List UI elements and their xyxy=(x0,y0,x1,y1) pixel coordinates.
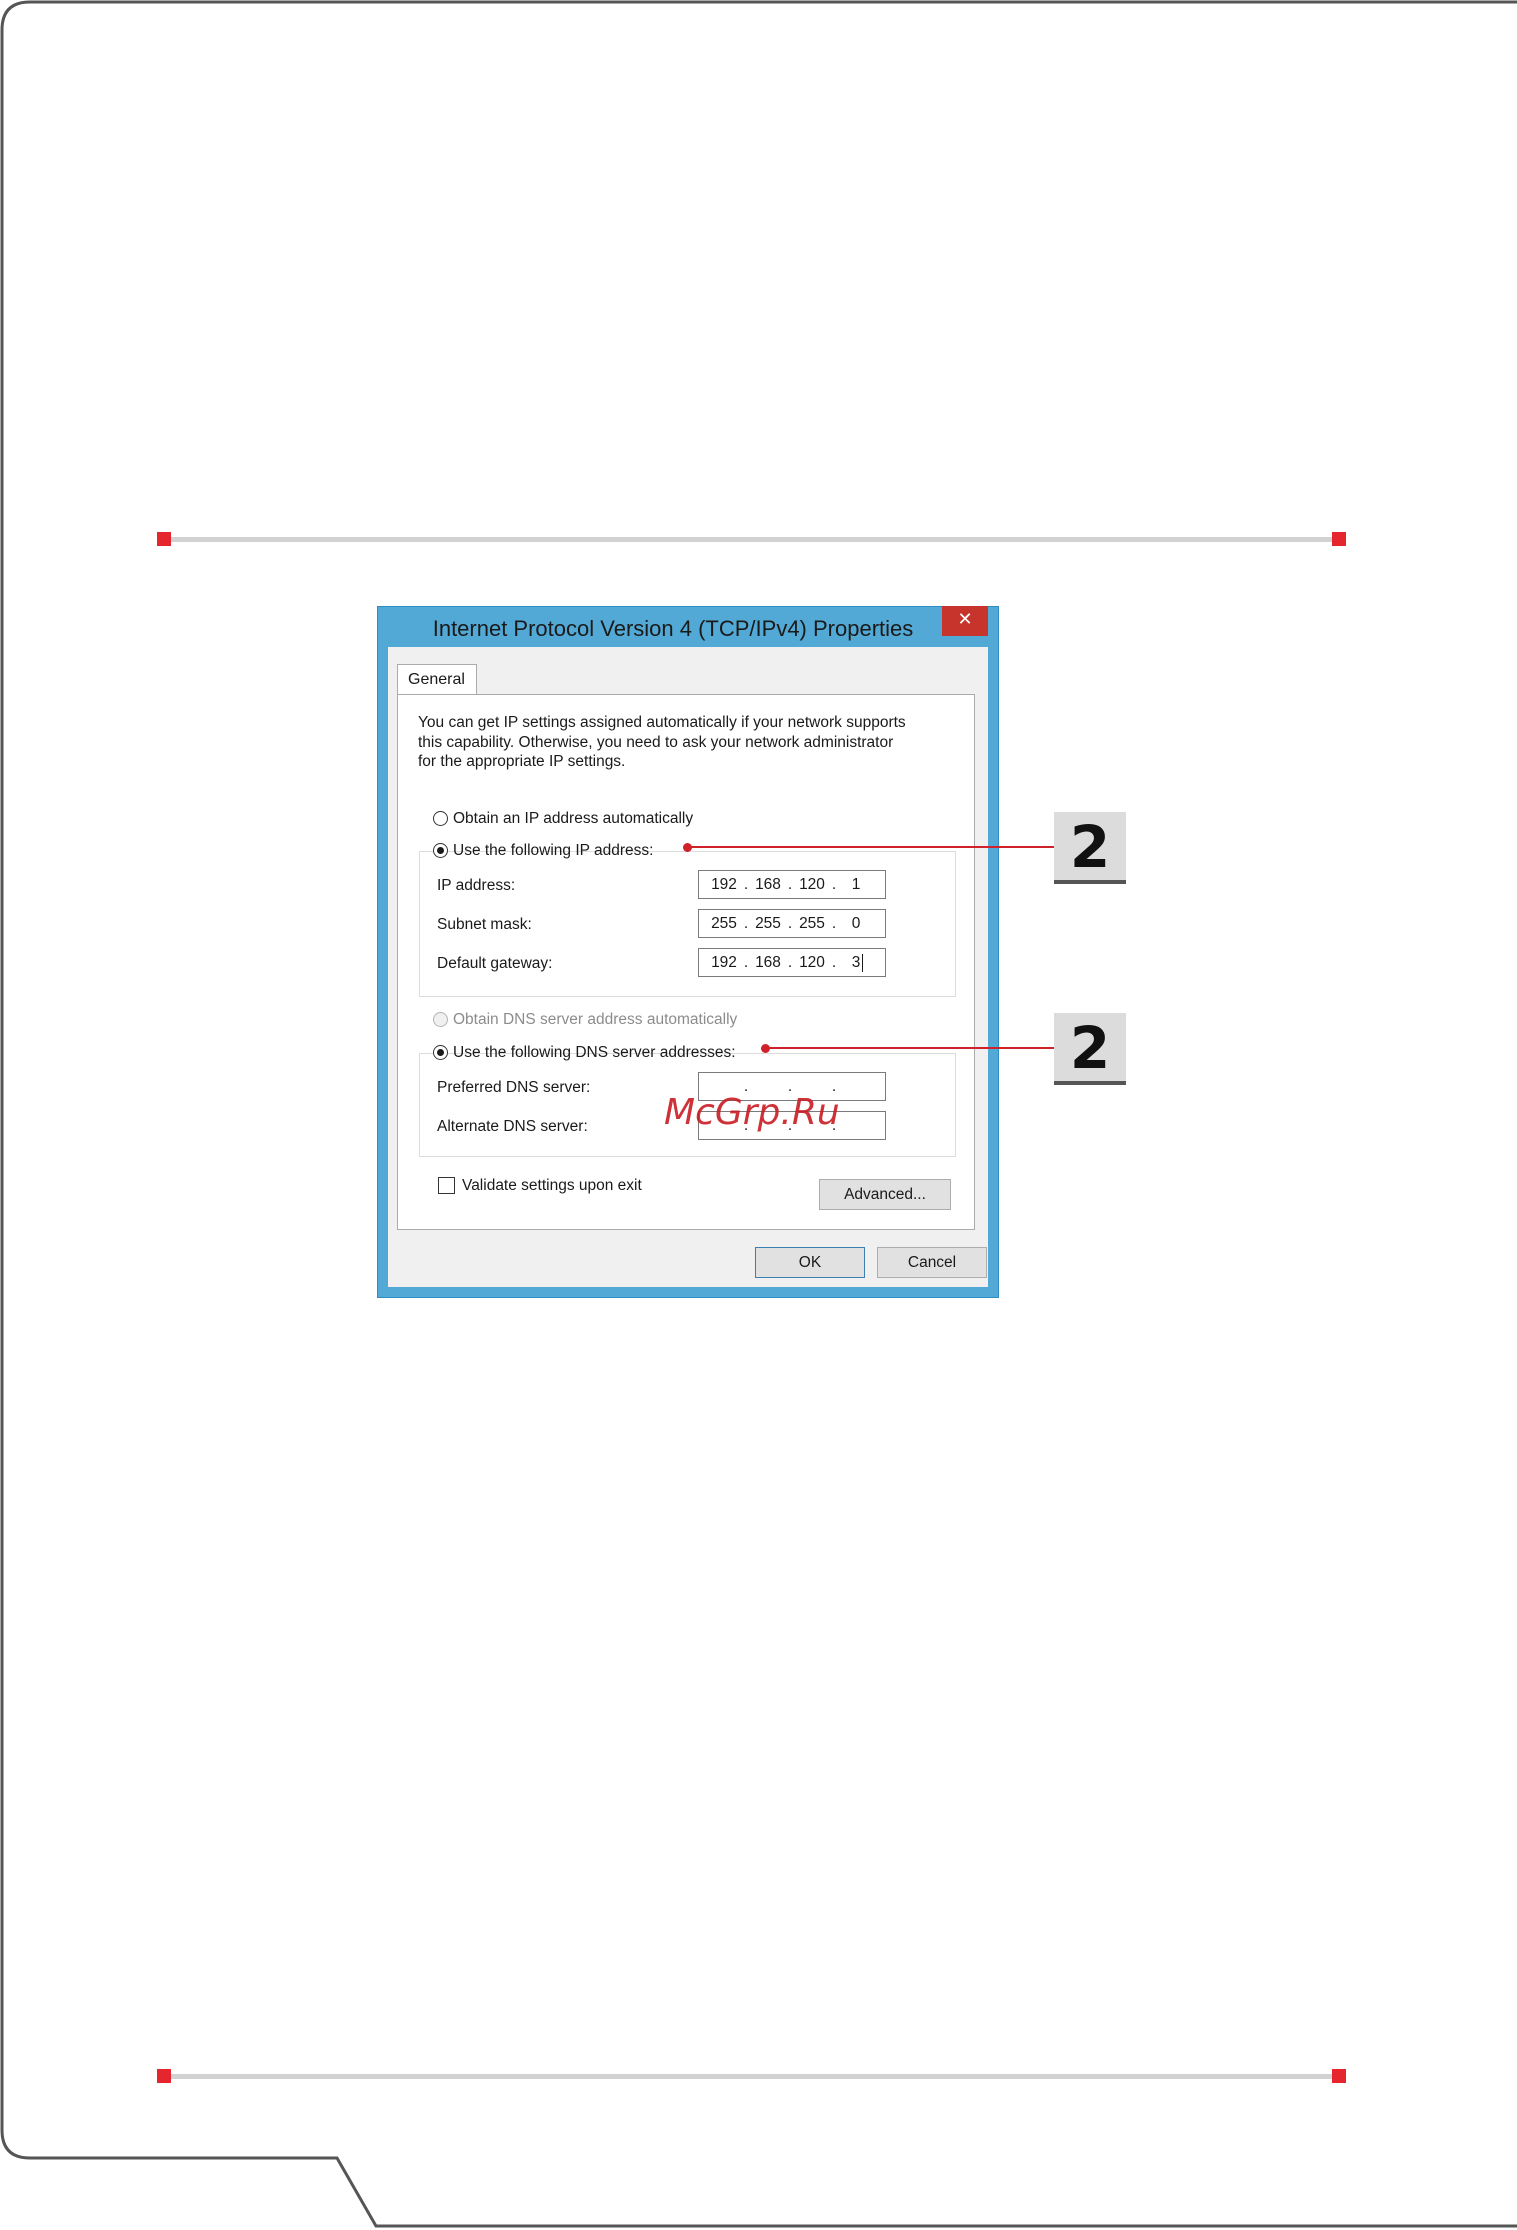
text-caret xyxy=(862,954,863,972)
octet-separator: . xyxy=(831,915,837,932)
ok-button[interactable]: OK xyxy=(755,1247,865,1278)
default-gateway-input[interactable]: 192 . 168 . 120 . 3 xyxy=(698,948,886,977)
octet-separator: . xyxy=(787,915,793,932)
ip-octet: 120 xyxy=(799,954,825,971)
default-gateway-label: Default gateway: xyxy=(437,955,553,972)
radio-selected-icon xyxy=(433,1045,448,1060)
bottom-rule xyxy=(164,2074,1340,2079)
radio-selected-icon xyxy=(433,843,448,858)
ip-octet: 0 xyxy=(851,915,861,932)
title-bar[interactable]: Internet Protocol Version 4 (TCP/IPv4) P… xyxy=(378,606,998,647)
ip-octet: 1 xyxy=(851,876,861,893)
intro-line: for the appropriate IP settings. xyxy=(418,753,626,770)
use-following-ip-label: Use the following IP address: xyxy=(453,842,654,859)
callout-1-badge: 2 xyxy=(1054,812,1126,884)
close-icon: ✕ xyxy=(957,609,973,630)
cancel-button[interactable]: Cancel xyxy=(877,1247,987,1278)
octet-separator: . xyxy=(787,954,793,971)
use-following-ip-radio[interactable]: Use the following IP address: xyxy=(433,841,653,863)
obtain-ip-auto-label: Obtain an IP address automatically xyxy=(453,810,694,827)
ip-address-label: IP address: xyxy=(437,877,516,894)
general-tab-panel: You can get IP settings assigned automat… xyxy=(397,694,975,1230)
radio-unselected-icon xyxy=(433,811,448,826)
octet-separator: . xyxy=(831,876,837,893)
bottom-rule-left-marker xyxy=(157,2069,171,2083)
use-following-dns-label: Use the following DNS server addresses: xyxy=(453,1044,736,1061)
ip-octet: 255 xyxy=(755,915,781,932)
ip-octet: 168 xyxy=(755,954,781,971)
tcpip-properties-dialog: Internet Protocol Version 4 (TCP/IPv4) P… xyxy=(377,606,999,1298)
ip-octet: 192 xyxy=(711,876,737,893)
watermark-text: McGrp.Ru xyxy=(664,1092,840,1133)
ip-address-input[interactable]: 192 . 168 . 120 . 1 xyxy=(698,870,886,899)
octet-separator: . xyxy=(787,876,793,893)
validate-settings-label: Validate settings upon exit xyxy=(462,1177,642,1194)
intro-line: You can get IP settings assigned automat… xyxy=(418,714,906,731)
radio-disabled-icon xyxy=(433,1012,448,1027)
use-following-dns-radio[interactable]: Use the following DNS server addresses: xyxy=(433,1043,736,1065)
ip-octet: 255 xyxy=(799,915,825,932)
top-rule-right-marker xyxy=(1332,532,1346,546)
ip-octet: 3 xyxy=(851,954,861,971)
subnet-mask-label: Subnet mask: xyxy=(437,916,532,933)
ip-octet: 120 xyxy=(799,876,825,893)
octet-separator: . xyxy=(743,954,749,971)
obtain-dns-auto-label: Obtain DNS server address automatically xyxy=(453,1011,738,1028)
ip-octet: 192 xyxy=(711,954,737,971)
checkbox-unchecked-icon xyxy=(438,1177,455,1194)
alternate-dns-label: Alternate DNS server: xyxy=(437,1118,588,1135)
ip-octet: 168 xyxy=(755,876,781,893)
tab-general[interactable]: General xyxy=(397,664,477,696)
advanced-button[interactable]: Advanced... xyxy=(819,1179,951,1210)
close-button[interactable]: ✕ xyxy=(942,606,988,636)
top-rule xyxy=(164,537,1340,542)
callout-1-leader-line xyxy=(688,846,1054,848)
ip-octet: 255 xyxy=(711,915,737,932)
dialog-title: Internet Protocol Version 4 (TCP/IPv4) P… xyxy=(432,616,914,641)
bottom-rule-right-marker xyxy=(1332,2069,1346,2083)
callout-2-leader-line xyxy=(766,1047,1054,1049)
subnet-mask-input[interactable]: 255 . 255 . 255 . 0 xyxy=(698,909,886,938)
octet-separator: . xyxy=(831,954,837,971)
dialog-client-area: General You can get IP settings assigned… xyxy=(388,647,988,1287)
callout-2-badge: 2 xyxy=(1054,1013,1126,1085)
octet-separator: . xyxy=(743,876,749,893)
intro-line: this capability. Otherwise, you need to … xyxy=(418,733,894,751)
intro-text: You can get IP settings assigned automat… xyxy=(418,713,958,772)
preferred-dns-label: Preferred DNS server: xyxy=(437,1079,591,1096)
octet-separator: . xyxy=(743,915,749,932)
top-rule-left-marker xyxy=(157,532,171,546)
